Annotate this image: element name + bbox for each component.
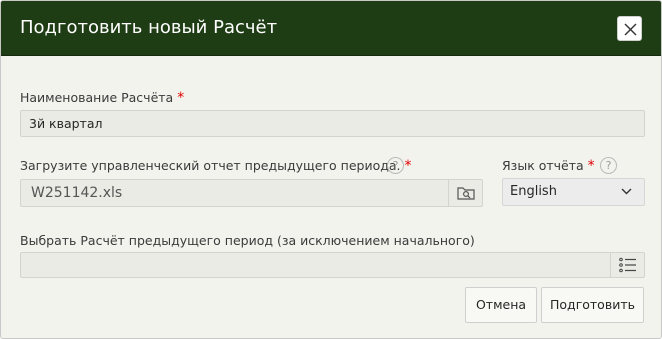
upload-label: Загрузите управленческий отчет предыдуще… — [20, 158, 412, 174]
required-marker: * — [587, 158, 595, 174]
previous-calc-label: Выбрать Расчёт предыдущего период (за ис… — [20, 233, 475, 248]
language-select[interactable]: English — [502, 178, 645, 206]
language-label-text: Язык отчёта — [502, 158, 584, 173]
prepare-calculation-dialog: Подготовить новый Расчёт Наименование Ра… — [0, 0, 662, 339]
browse-file-button[interactable] — [448, 180, 482, 206]
language-value: English — [510, 184, 557, 199]
dialog-header: Подготовить новый Расчёт — [1, 1, 661, 56]
close-icon — [624, 23, 637, 36]
name-label-text: Наименование Расчёта — [20, 90, 174, 105]
cancel-button[interactable]: Отмена — [465, 287, 537, 323]
upload-help-icon[interactable]: ? — [387, 157, 404, 174]
prepare-button[interactable]: Подготовить — [541, 287, 644, 323]
name-value: 3й квартал — [29, 116, 103, 131]
language-help-icon[interactable]: ? — [600, 157, 617, 174]
language-label: Язык отчёта * — [502, 158, 595, 174]
name-label: Наименование Расчёта * — [20, 90, 184, 106]
close-button[interactable] — [617, 16, 642, 41]
upload-file-field[interactable]: W251142.xls — [20, 179, 483, 207]
upload-label-text: Загрузите управленческий отчет предыдуще… — [20, 158, 401, 173]
name-field[interactable]: 3й квартал — [20, 110, 645, 137]
previous-calc-field[interactable] — [20, 252, 645, 278]
required-marker: * — [404, 158, 412, 174]
previous-calc-list-button[interactable] — [610, 253, 644, 277]
dialog-title: Подготовить новый Расчёт — [20, 17, 278, 38]
upload-file-value: W251142.xls — [31, 185, 123, 201]
list-icon — [618, 257, 636, 273]
required-marker: * — [177, 90, 185, 106]
folder-search-icon — [456, 187, 475, 200]
chevron-down-icon — [621, 188, 632, 195]
